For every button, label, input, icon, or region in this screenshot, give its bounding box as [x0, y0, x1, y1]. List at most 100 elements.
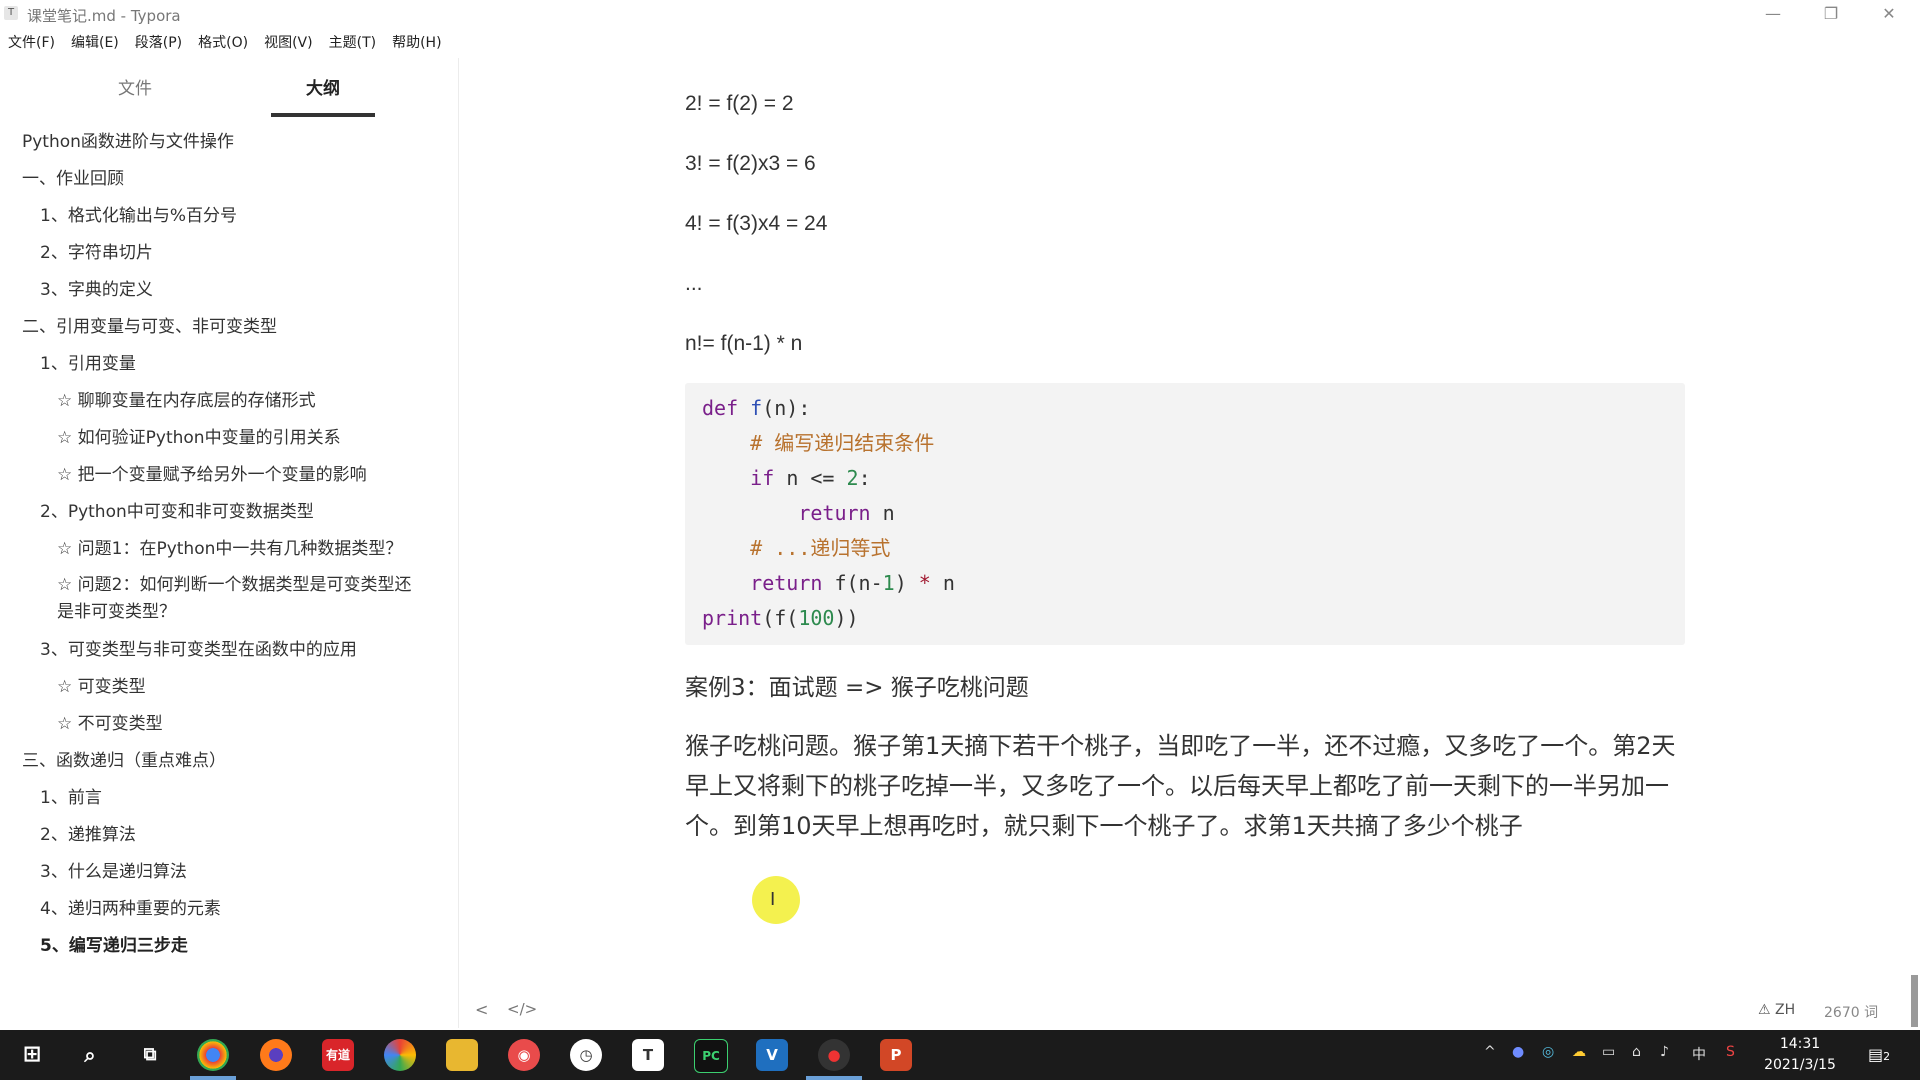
language-indicator[interactable]: ⚠ ZH [1758, 1002, 1795, 1018]
battery-icon[interactable]: ▭ [1602, 1044, 1615, 1060]
volume-icon[interactable]: ♪ [1660, 1044, 1669, 1060]
menu-paragraph[interactable]: 段落(P) [127, 32, 190, 54]
tab-files[interactable]: 文件 [118, 74, 152, 99]
status-bar: < </> ⚠ ZH 2670 词 [459, 996, 1920, 1028]
word-count[interactable]: 2670 词 [1824, 1002, 1878, 1022]
outline-item[interactable]: Python函数进阶与文件操作 [22, 130, 234, 154]
window-title: 课堂笔记.md - Typora [27, 7, 181, 25]
tray-weather-icon[interactable]: ☁ [1572, 1044, 1586, 1060]
notification-count: 2 [1883, 1050, 1891, 1063]
code-text: n <= [786, 466, 835, 490]
youdao-icon[interactable]: 有道 [322, 1039, 354, 1071]
editor-line[interactable]: n!= f(n-1) * n [685, 332, 802, 356]
outline-item-active[interactable]: 5、编写递归三步走 [40, 934, 188, 958]
tray-app-icon[interactable]: ◎ [1542, 1044, 1554, 1060]
menu-edit[interactable]: 编辑(E) [63, 32, 127, 54]
tray-expand-icon[interactable]: ^ [1484, 1044, 1496, 1060]
screen-recorder-icon[interactable]: ◉ [508, 1039, 540, 1071]
outline-item[interactable]: 2、Python中可变和非可变数据类型 [40, 500, 314, 524]
clock-app-icon[interactable]: ◷ [570, 1039, 602, 1071]
chrome-canary-icon[interactable] [384, 1039, 416, 1071]
outline-item[interactable]: 二、引用变量与可变、非可变类型 [22, 315, 277, 339]
network-icon[interactable]: ⌂ [1632, 1044, 1641, 1060]
code-block[interactable]: def f(n): # 编写递归结束条件 if n <= 2: return n… [685, 383, 1685, 645]
pycharm-icon[interactable]: PC [694, 1039, 728, 1073]
title-bar: T 课堂笔记.md - Typora — ❐ ✕ [0, 0, 1920, 28]
minimize-button[interactable]: — [1744, 0, 1802, 28]
active-app-indicator [190, 1076, 236, 1080]
firefox-icon[interactable] [260, 1039, 292, 1071]
menu-view[interactable]: 视图(V) [256, 32, 321, 54]
source-mode-button[interactable]: </> [507, 1000, 537, 1018]
code-number: 1 [882, 571, 895, 595]
text-cursor-icon: I [770, 889, 776, 910]
code-keyword: return [798, 501, 871, 525]
code-comment: # ...递归等式 [750, 536, 891, 560]
close-button[interactable]: ✕ [1860, 0, 1918, 28]
menu-format[interactable]: 格式(O) [190, 32, 256, 54]
search-icon[interactable]: ⌕ [74, 1039, 106, 1071]
file-explorer-icon[interactable] [446, 1039, 478, 1071]
editor-line[interactable]: 2! = f(2) = 2 [685, 92, 794, 116]
outline-item[interactable]: 2、递推算法 [40, 823, 136, 847]
outline-item[interactable]: 3、什么是递归算法 [40, 860, 187, 884]
outline-item[interactable]: 3、可变类型与非可变类型在函数中的应用 [40, 638, 357, 662]
outline-item[interactable]: 三、函数递归（重点难点） [22, 749, 226, 773]
typora-app-icon: T [4, 6, 18, 20]
powerpoint-icon[interactable]: P [880, 1039, 912, 1071]
tray-app-icon[interactable]: ● [1512, 1044, 1524, 1060]
outline-item[interactable]: 4、递归两种重要的元素 [40, 897, 221, 921]
menu-help[interactable]: 帮助(H) [384, 32, 449, 54]
outline-item[interactable]: ☆ 把一个变量赋予给另外一个变量的影响 [57, 463, 367, 487]
outline-item[interactable]: 2、字符串切片 [40, 241, 153, 265]
maximize-button[interactable]: ❐ [1802, 0, 1860, 28]
editor-line[interactable]: ... [685, 272, 703, 296]
chrome-icon[interactable] [197, 1039, 229, 1071]
code-keyword: if [750, 466, 775, 490]
taskbar-clock[interactable]: 14:31 2021/3/15 [1760, 1034, 1840, 1076]
outline-item[interactable]: ☆ 可变类型 [57, 675, 146, 699]
code-text: f(n- [834, 571, 883, 595]
code-builtin: print [702, 606, 763, 630]
sidebar-tabs: 文件 大纲 [0, 58, 458, 118]
code-comment: # 编写递归结束条件 [750, 431, 935, 455]
ime-indicator[interactable]: 中 [1692, 1044, 1706, 1064]
outline-item[interactable]: 1、引用变量 [40, 352, 136, 376]
outline-item[interactable]: ☆ 问题1：在Python中一共有几种数据类型？ [57, 537, 402, 561]
task-view-icon[interactable]: ⧉ [134, 1039, 166, 1071]
outline-item[interactable]: 1、前言 [40, 786, 102, 810]
clock-date: 2021/3/15 [1764, 1057, 1836, 1073]
windows-taskbar: ⊞ ⌕ ⧉ 有道 ◉ ◷ T PC V ● P ^ ● ◎ ☁ ▭ ⌂ ♪ 中 … [0, 1030, 1920, 1080]
outline-item[interactable]: ☆ 不可变类型 [57, 712, 163, 736]
editor-line[interactable]: 3! = f(2)x3 = 6 [685, 152, 816, 176]
recording-icon[interactable]: ● [818, 1039, 850, 1071]
menu-file[interactable]: 文件(F) [0, 32, 63, 54]
code-text: (f( [762, 606, 799, 630]
typora-taskbar-icon[interactable]: T [632, 1039, 664, 1071]
language-label: ZH [1775, 1002, 1796, 1018]
sogou-ime-icon[interactable]: S [1726, 1044, 1735, 1060]
windows-start-icon[interactable]: ⊞ [16, 1039, 48, 1071]
outline-item[interactable]: ☆ 聊聊变量在内存底层的存储形式 [57, 389, 316, 413]
paragraph-text[interactable]: 猴子吃桃问题。猴子第1天摘下若干个桃子，当即吃了一半，还不过瘾，又多吃了一个。第… [685, 726, 1687, 846]
outline-item[interactable]: 1、格式化输出与%百分号 [40, 204, 237, 228]
code-text: : [858, 466, 871, 490]
active-tab-indicator [271, 113, 375, 117]
menu-theme[interactable]: 主题(T) [321, 32, 384, 54]
code-text: n [882, 501, 895, 525]
toggle-sidebar-button[interactable]: < [475, 1000, 488, 1019]
editor-line[interactable]: 4! = f(3)x4 = 24 [685, 212, 827, 236]
code-text: ) [894, 571, 907, 595]
tab-outline[interactable]: 大纲 [306, 74, 340, 99]
scrollbar-thumb[interactable] [1911, 975, 1918, 1027]
outline-item[interactable]: ☆ 如何验证Python中变量的引用关系 [57, 426, 341, 450]
code-number: 2 [846, 466, 859, 490]
notification-center-icon[interactable]: ▤2 [1866, 1042, 1892, 1068]
outline-item[interactable]: 3、字典的定义 [40, 278, 153, 302]
outline-item[interactable]: 一、作业回顾 [22, 167, 124, 191]
active-app-indicator [806, 1076, 862, 1080]
code-function-name: f [750, 396, 763, 420]
outline-item[interactable]: ☆ 问题2：如何判断一个数据类型是可变类型还是非可变类型？ [57, 572, 427, 626]
section-heading[interactable]: 案例3：面试题 => 猴子吃桃问题 [685, 668, 1029, 702]
vscode-icon[interactable]: V [756, 1039, 788, 1071]
